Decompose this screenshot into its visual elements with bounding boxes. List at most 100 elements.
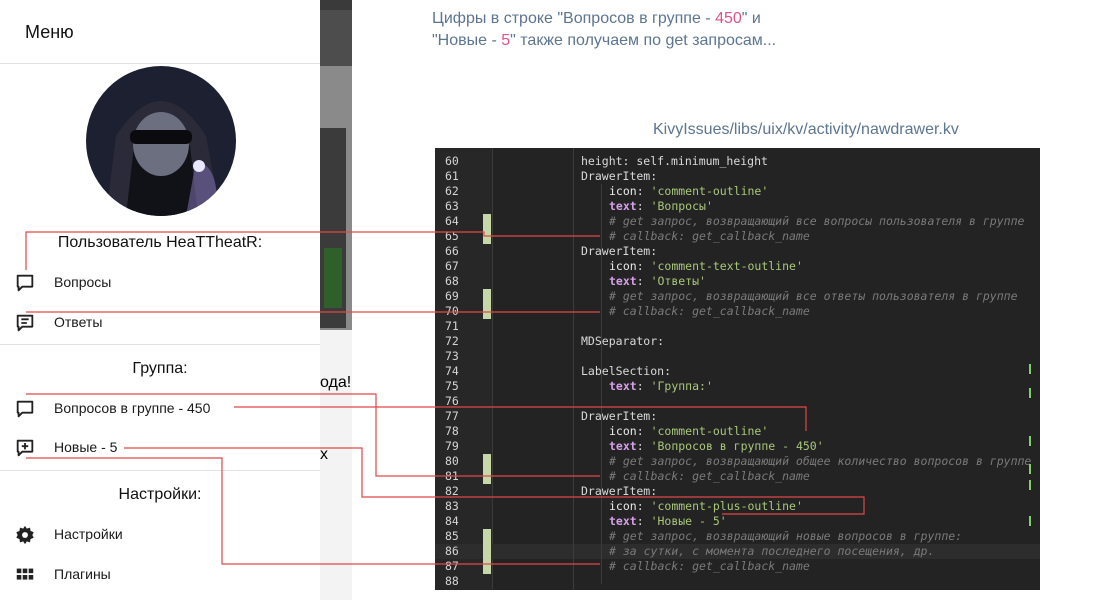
drawer-item-plugins[interactable]: Плагины [0,554,320,594]
code-key: icon [609,499,637,513]
code-string: 'Вопросы' [650,199,713,213]
code-comment: # get запрос, возвращающий общее количес… [609,454,1032,468]
drawer-item-group-questions[interactable]: Вопросов в группе - 450 [0,388,320,428]
comment-outline-icon [16,400,34,418]
change-marker [483,544,491,559]
drawer-item-label: Ответы [54,314,103,330]
code-line: 63 text: 'Вопросы' [435,199,1040,214]
code-text: LabelSection: [581,364,672,378]
code-editor[interactable]: height: self.minimum_height 60 61 DrawerIt… [435,148,1040,590]
code-string: 'Вопросов в группе - 450' [650,439,824,453]
line-number: 78 [445,424,459,438]
code-comment: # callback: get_callback_name [609,559,810,573]
change-marker [483,229,491,244]
code-property: text: 'Группа:' [609,379,713,393]
line-number: 66 [445,244,459,258]
minimap-marker [1029,436,1031,446]
code-key: icon [609,424,637,438]
code-text: DrawerItem: [581,409,658,423]
navigation-drawer: Меню Пользователь HeaTTheatR: Вопросы От… [0,0,320,600]
drawer-item-label: Настройки [54,526,123,542]
code-line: 71 [435,319,1040,334]
code-string: 'Группа:' [650,379,713,393]
drawer-item-label: Вопросы [54,274,112,290]
line-number: 71 [445,319,459,333]
code-line: 87 # callback: get_callback_name [435,559,1040,574]
drawer-item-questions[interactable]: Вопросы [0,262,320,302]
line-number: 83 [445,499,459,513]
code-line: 61 DrawerItem: [435,169,1040,184]
code-string: 'comment-text-outline' [650,259,803,273]
line-number: 61 [445,169,459,183]
drawer-item-new[interactable]: Новые - 5 [0,427,320,467]
code-line: 67 icon: 'comment-text-outline' [435,259,1040,274]
code-line: 84 text: 'Новые - 5' [435,514,1040,529]
code-comment: # get запрос, возвращающий все вопросы п… [609,214,1025,228]
comment-text-outline-icon [16,314,34,332]
code-text: DrawerItem: [581,244,658,258]
background-text-fragment: x [320,446,328,463]
code-line: 66 DrawerItem: [435,244,1040,259]
code-key: text [609,274,637,288]
code-string: 'comment-outline' [650,424,769,438]
divider [0,470,320,471]
drawer-item-settings[interactable]: Настройки [0,514,320,554]
gear-icon [16,525,34,545]
code-text: MDSeparator: [581,334,665,348]
code-string: 'Ответы' [650,274,706,288]
code-property: icon: 'comment-plus-outline' [609,499,803,513]
minimap-marker [1029,516,1031,526]
line-number: 86 [445,544,459,558]
code-line: 81 # callback: get_callback_name [435,469,1040,484]
code-line: 76 [435,394,1040,409]
drawer-item-answers[interactable]: Ответы [0,302,320,342]
line-number: 81 [445,469,459,483]
code-line: 70 # callback: get_callback_name [435,304,1040,319]
code-line: 85 # get запрос, возвращающий новые вопро… [435,529,1040,544]
background-app [320,0,352,600]
code-comment: # callback: get_callback_name [609,229,810,243]
line-number: 72 [445,334,459,348]
annotation-highlight: 450 [715,10,742,27]
code-text: DrawerItem: [581,169,658,183]
line-number: 82 [445,484,459,498]
line-number: 63 [445,199,459,213]
code-line: 65 # callback: get_callback_name [435,229,1040,244]
minimap-marker [1029,364,1031,374]
change-marker [483,469,491,484]
annotation-note: Цифры в строке "Вопросов в группе - 450"… [432,8,776,52]
line-number: 67 [445,259,459,273]
code-line: 86 # за сутки, с момента последнего посещ… [435,544,1040,559]
line-number: 65 [445,229,459,243]
line-number: 88 [445,574,459,588]
code-key: icon [609,259,637,273]
annotation-line-2: "Новые - 5" также получаем по get запрос… [432,30,776,52]
line-number: 85 [445,529,459,543]
minimap-marker [1029,480,1031,490]
code-property: text: 'Вопросов в группе - 450' [609,439,824,453]
line-number: 75 [445,379,459,393]
code-comment: # get запрос, возвращающий новые вопросо… [609,529,963,543]
line-number: 69 [445,289,459,303]
apps-grid-icon [16,568,34,580]
drawer-item-label: Новые - 5 [54,439,118,455]
code-string: 'comment-plus-outline' [650,499,803,513]
code-property: text: 'Новые - 5' [609,514,727,528]
code-key: text [609,379,637,393]
code-line: 60 [435,154,1040,169]
annotation-highlight: 5 [501,32,511,49]
divider [0,63,320,64]
indent-guide [573,148,574,590]
line-number: 84 [445,514,459,528]
code-line: 64 # get запрос, возвращающий все вопросы… [435,214,1040,229]
drawer-item-label: Плагины [54,566,111,582]
background-text-fragment: ода! [320,374,352,391]
annotation-text: " также получаем по get запросам... [510,32,777,49]
code-string: 'comment-outline' [650,184,769,198]
code-line: 82 DrawerItem: [435,484,1040,499]
comment-outline-icon [16,274,34,292]
code-line: 69 # get запрос, возвращающий все ответы … [435,289,1040,304]
change-marker [483,559,491,574]
code-line: 77 DrawerItem: [435,409,1040,424]
file-path-caption: KivyIssues/libs/uix/kv/activity/nawdrawe… [653,121,959,138]
